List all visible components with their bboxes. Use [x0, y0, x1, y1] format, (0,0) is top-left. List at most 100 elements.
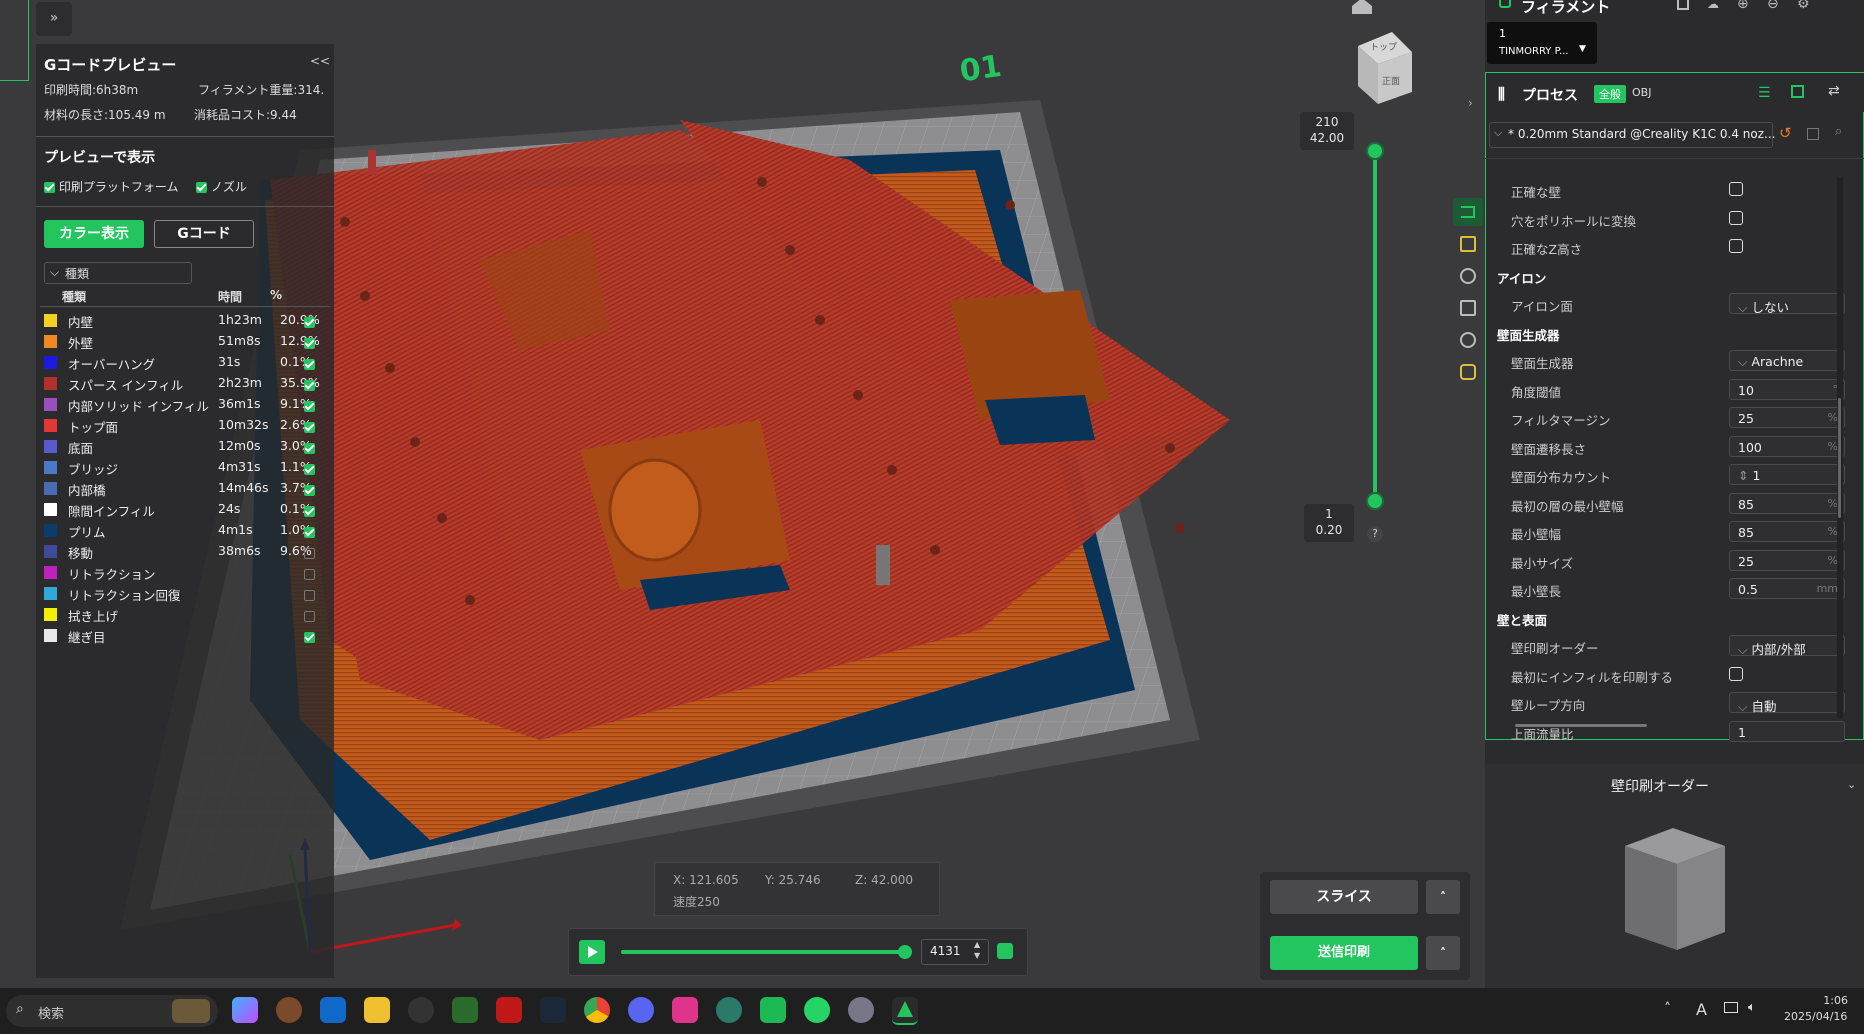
legend-visibility-checkbox[interactable] [304, 569, 315, 580]
cloud-icon[interactable]: ☁ [1707, 0, 1719, 11]
legend-visibility-checkbox[interactable] [304, 464, 315, 475]
play-button[interactable] [579, 940, 605, 964]
setting-checkbox[interactable] [1729, 210, 1743, 225]
tab-obj[interactable]: OBJ [1632, 86, 1651, 99]
layer-slider-track[interactable] [1373, 150, 1377, 502]
remove-filament-icon[interactable]: ⊖ [1767, 0, 1779, 12]
clock-time[interactable]: 1:06 [1796, 994, 1848, 1007]
h-scrollbar[interactable] [1515, 724, 1647, 727]
blender-icon[interactable] [276, 997, 302, 1023]
filament-slot[interactable]: 1 TINMORRY P... ▼ [1487, 22, 1597, 64]
gear-icon[interactable]: ⚙ [1797, 0, 1810, 12]
setting-checkbox[interactable] [1729, 666, 1743, 681]
layer-slider-bottom-handle[interactable] [1368, 494, 1382, 508]
setting-field[interactable]: ⇕ 1 [1729, 464, 1845, 485]
file-explorer-icon[interactable] [364, 997, 390, 1023]
move-slider-handle[interactable] [898, 945, 912, 959]
legend-visibility-checkbox[interactable] [304, 422, 315, 433]
legend-visibility-checkbox[interactable] [304, 527, 315, 538]
tray-chevron-icon[interactable]: ˄ [1664, 1001, 1671, 1017]
network-icon[interactable] [1724, 1002, 1738, 1013]
spin-down-icon[interactable]: ▼ [974, 951, 980, 960]
legend-row[interactable]: 内部ソリッド インフィル 36m1s 9.1% [44, 394, 326, 415]
view-cube[interactable]: トップ 正面 [1352, 26, 1414, 108]
side-tab[interactable] [0, 0, 29, 81]
setting-field[interactable]: 1 [1729, 720, 1845, 742]
setting-field[interactable]: 0.5 mm [1729, 578, 1845, 599]
expand-sidebar-button[interactable]: » [36, 2, 72, 36]
whatsapp-icon[interactable] [804, 997, 830, 1023]
spin-up-icon[interactable]: ▲ [974, 940, 980, 949]
save-icon[interactable] [1807, 128, 1819, 140]
compare-icon[interactable] [1791, 85, 1804, 98]
nozzle-checkbox[interactable] [196, 182, 207, 193]
setting-checkbox[interactable] [1729, 239, 1743, 253]
send-print-button[interactable]: 送信印刷 [1270, 936, 1418, 970]
collapse-right-icon[interactable]: › [1468, 96, 1473, 110]
legend-row[interactable]: リトラクション回復 [44, 583, 326, 604]
tab-all[interactable]: 全般 [1594, 85, 1626, 103]
g-hub-icon[interactable] [408, 997, 434, 1023]
layers-stack-icon[interactable] [997, 943, 1013, 959]
chat-app-icon[interactable] [672, 997, 698, 1023]
outlook-icon[interactable] [320, 997, 346, 1023]
legend-visibility-checkbox[interactable] [304, 485, 315, 496]
setting-field[interactable]: ⌵ Arachne [1729, 350, 1845, 371]
gcode-view-button[interactable]: Gコード [154, 220, 254, 248]
legend-visibility-checkbox[interactable] [304, 401, 315, 412]
layers-icon[interactable] [1453, 198, 1483, 226]
settings-app-icon[interactable] [848, 997, 874, 1023]
platform-toggle[interactable]: 印刷プラットフォーム [44, 178, 178, 195]
legend-visibility-checkbox[interactable] [304, 317, 315, 328]
legend-row[interactable]: プリム 4m1s 1.0% [44, 520, 326, 541]
color-view-button[interactable]: カラー表示 [44, 220, 144, 248]
vpc-icon[interactable] [496, 997, 522, 1023]
volume-icon[interactable]: 🔈︎ [1748, 1000, 1756, 1015]
green-app-icon[interactable] [760, 997, 786, 1023]
nozzle-toggle[interactable]: ノズル [196, 178, 247, 195]
plate-icon[interactable] [1460, 236, 1476, 252]
settings-icon[interactable] [1460, 332, 1476, 348]
move-value-field[interactable]: 4131 ▲ ▼ [921, 939, 989, 965]
settings-scrollbar-track[interactable] [1837, 178, 1843, 718]
setting-field[interactable]: 25% [1729, 549, 1845, 571]
setting-field[interactable]: 85% [1729, 521, 1845, 542]
legend-row[interactable]: 外壁 51m8s 12.9% [44, 331, 326, 352]
legend-row[interactable]: 内部橋 14m46s 3.7% [44, 478, 326, 499]
legend-visibility-checkbox[interactable] [304, 590, 315, 601]
speed-icon[interactable] [1460, 268, 1476, 284]
layer-slider-top-handle[interactable] [1368, 144, 1382, 158]
move-slider-track[interactable] [621, 950, 905, 954]
legend-row[interactable]: ブリッジ 4m31s 1.1% [44, 457, 326, 478]
legend-visibility-checkbox[interactable] [304, 548, 315, 559]
legend-row[interactable]: 継ぎ目 [44, 625, 326, 646]
collapse-panel-button[interactable]: << [310, 54, 330, 68]
legend-row[interactable]: トップ面 10m32s 2.6% [44, 415, 326, 436]
setting-field[interactable]: 100% [1729, 435, 1845, 457]
slice-options-button[interactable]: ˄ [1426, 880, 1460, 914]
legend-visibility-checkbox[interactable] [304, 506, 315, 517]
send-options-button[interactable]: ˄ [1426, 936, 1460, 970]
legend-visibility-checkbox[interactable] [304, 611, 315, 622]
chevron-down-icon[interactable]: ⌄ [1847, 778, 1856, 791]
legend-visibility-checkbox[interactable] [304, 443, 315, 454]
help-icon[interactable]: ? [1367, 526, 1383, 542]
discord-icon[interactable] [628, 997, 654, 1023]
copilot-icon[interactable] [232, 997, 258, 1023]
setting-field[interactable]: 85% [1729, 492, 1845, 514]
multi-color-icon[interactable] [1460, 364, 1476, 380]
ime-indicator[interactable]: A [1696, 1000, 1707, 1019]
settings-scrollbar-thumb[interactable] [1838, 398, 1841, 518]
legend-row[interactable]: リトラクション [44, 562, 326, 583]
chrome-icon[interactable] [584, 997, 610, 1023]
setting-checkbox[interactable] [1729, 182, 1743, 196]
legend-visibility-checkbox[interactable] [304, 338, 315, 349]
legend-row[interactable]: 内壁 1h23m 20.9% [44, 310, 326, 331]
setting-field[interactable]: ⌵ しない [1729, 293, 1845, 315]
slice-button[interactable]: スライス [1270, 880, 1418, 914]
nvidia-icon[interactable] [452, 997, 478, 1023]
type-dropdown[interactable]: ⌵ 種類 [44, 262, 192, 284]
legend-row[interactable]: 拭き上げ [44, 604, 326, 625]
setting-field[interactable]: ⌵ 内部/外部 [1729, 635, 1845, 657]
legend-visibility-checkbox[interactable] [304, 380, 315, 391]
